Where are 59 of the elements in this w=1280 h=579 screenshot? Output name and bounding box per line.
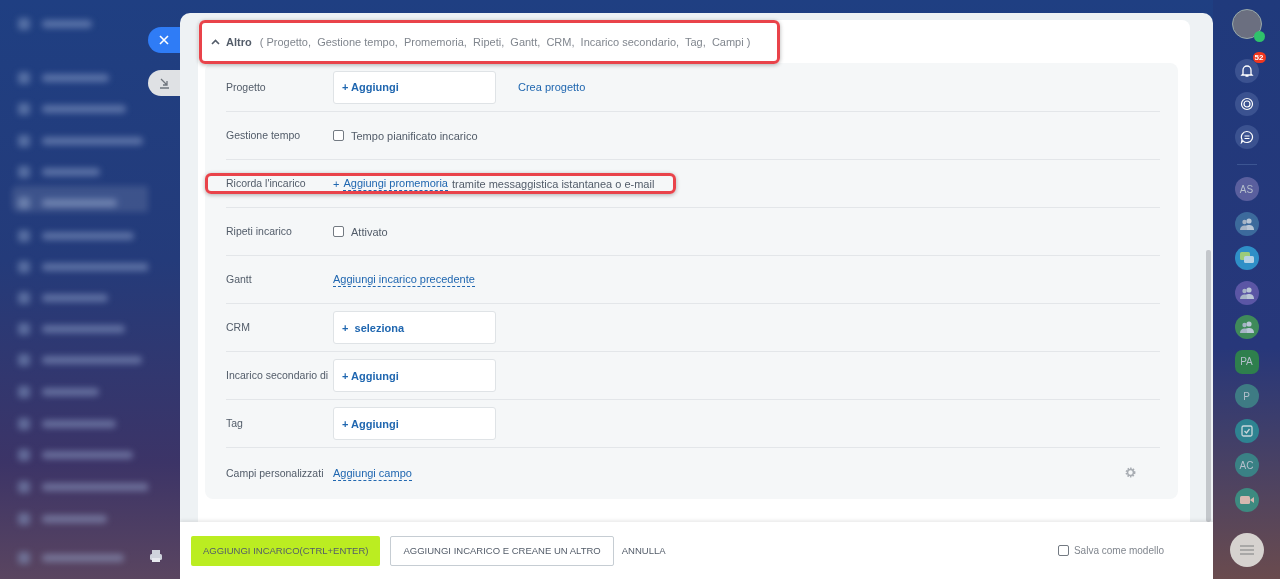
checkbox-label: Salva come modello (1073, 545, 1164, 556)
search-button[interactable] (1234, 92, 1259, 116)
notifications-button[interactable] (1234, 59, 1259, 83)
add-button[interactable]: + Aggiungi (333, 407, 496, 440)
field-label: Campi personalizzati (226, 466, 325, 481)
field-label: Incarico secondario di (226, 368, 330, 383)
field-label: Gestione tempo (226, 128, 302, 143)
cancel-button[interactable]: ANNULLA (621, 535, 666, 566)
field-label: Progetto (226, 79, 267, 95)
contact-avatar[interactable]: AS (1234, 177, 1259, 201)
checkbox[interactable] (333, 130, 344, 141)
add-field-link[interactable]: Aggiungi campo (333, 466, 412, 481)
notification-badge: 52 (1252, 52, 1266, 63)
checkbox[interactable] (1057, 545, 1069, 556)
field-label: CRM (226, 320, 251, 335)
people-icon (1238, 320, 1255, 334)
bell-icon (1239, 64, 1254, 78)
reminder-text: tramite messaggistica istantanea o e-mail (452, 177, 655, 190)
plus-sign: + (333, 177, 340, 190)
field-label: Ricorda l'incarico (226, 176, 307, 191)
add-button[interactable]: + seleziona (333, 311, 496, 344)
field-label: Gantt (226, 272, 253, 287)
checkbox[interactable] (333, 226, 344, 237)
minimize-button[interactable] (148, 70, 180, 96)
menu-button[interactable] (1229, 533, 1264, 567)
chat-button[interactable] (1234, 125, 1259, 149)
scrollbar[interactable] (1206, 250, 1211, 522)
add-link[interactable]: Aggiungi incarico precedente (333, 272, 475, 287)
add-reminder-link[interactable]: Aggiungi promemoria (343, 176, 448, 191)
chat-avatar[interactable] (1234, 418, 1259, 443)
add-another-button[interactable]: AGGIUNGI INCARICO E CREANE UN ALTRO (390, 535, 614, 566)
chat-avatar[interactable] (1234, 211, 1259, 236)
checked-box-icon (1239, 423, 1254, 438)
chat-bubbles-icon (1238, 251, 1255, 265)
collapse-toggle[interactable]: Altro (205, 35, 252, 48)
add-task-button[interactable]: AGGIUNGI INCARICO(CTRL+ENTER) (191, 535, 381, 566)
minimize-icon (158, 77, 170, 89)
close-button[interactable] (148, 27, 180, 53)
checkbox-label: Tempo pianificato incarico (351, 129, 478, 142)
menu-icon (1239, 545, 1254, 555)
checkbox-label: Attivato (351, 225, 388, 238)
field-label: Ripeti incarico (226, 224, 293, 239)
video-camera-icon (1238, 493, 1255, 506)
chat-avatar[interactable] (1234, 246, 1259, 270)
people-icon (1238, 216, 1255, 231)
add-button[interactable]: + Aggiungi (333, 359, 496, 392)
create-link[interactable]: Crea progetto (518, 81, 586, 93)
chat-avatar[interactable] (1234, 315, 1259, 339)
field-label: Tag (226, 416, 244, 431)
chat-avatar[interactable] (1234, 280, 1259, 305)
close-icon (159, 35, 169, 45)
add-button[interactable]: + Aggiungi (333, 70, 496, 104)
printer-icon[interactable] (149, 549, 163, 563)
chevron-icon (211, 38, 220, 45)
people-icon (1238, 285, 1255, 300)
user-avatar[interactable] (1231, 9, 1262, 39)
section-summary: ( Progetto, Gestione tempo, Promemoria, Ripeti, Gantt, CRM, Incarico secondario, Tag, Campi ) (259, 35, 751, 48)
play-icon (1253, 31, 1265, 42)
chat-avatar[interactable] (1234, 487, 1259, 512)
